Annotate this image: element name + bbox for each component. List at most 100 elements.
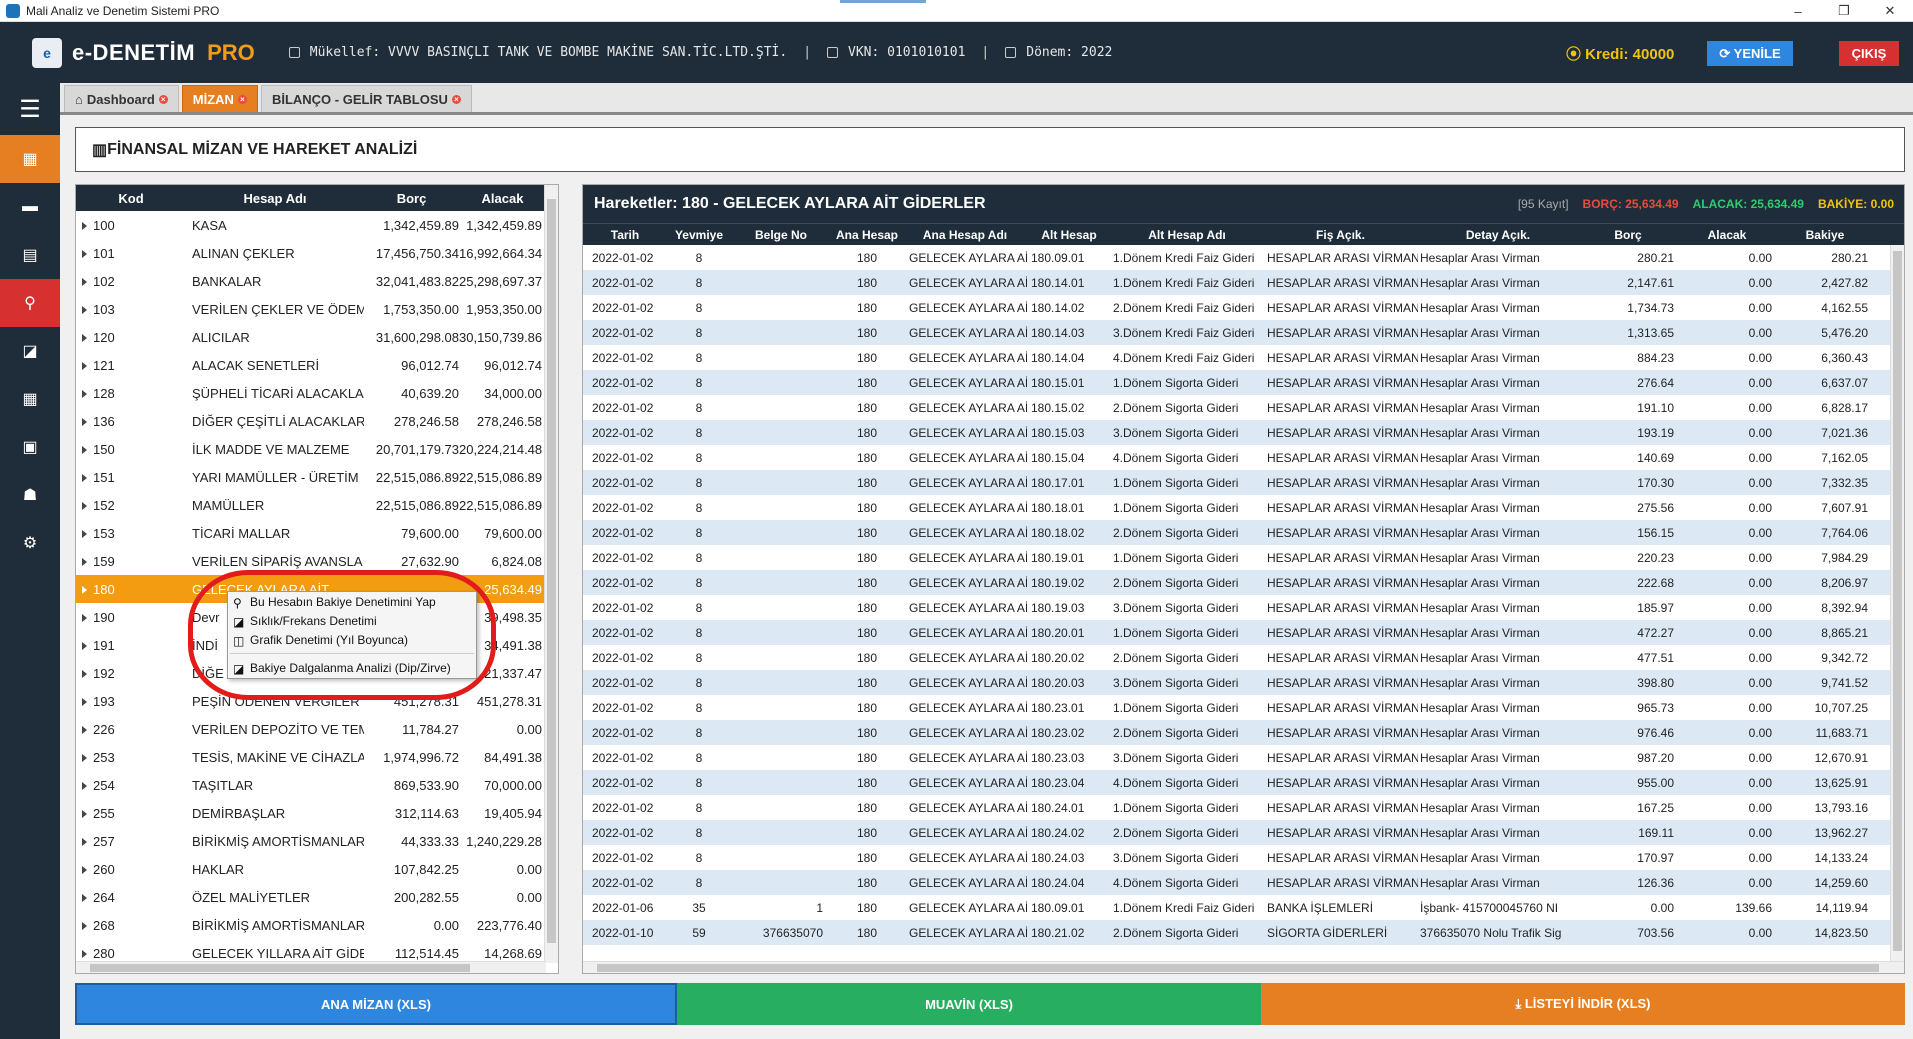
- expand-arrow-icon[interactable]: [82, 445, 87, 454]
- table-row[interactable]: 253 TESİS, MAKİNE VE CİHAZLA 1,974,996.72 8…: [76, 743, 558, 771]
- table-row[interactable]: 2022-01-02 8 180 GELECEK AYLARA AİT 180.14.0…: [583, 320, 1904, 345]
- expand-arrow-icon[interactable]: [82, 221, 87, 230]
- sidebar-item-mizan[interactable]: ▦: [0, 135, 60, 183]
- table-row[interactable]: 103 VERİLEN ÇEKLER VE ÖDEM 1,753,350.00 1,9…: [76, 295, 558, 323]
- expand-arrow-icon[interactable]: [82, 249, 87, 258]
- col-kod[interactable]: Kod: [76, 191, 186, 206]
- table-row[interactable]: 2022-01-02 8 180 GELECEK AYLARA AİT 180.15.0…: [583, 395, 1904, 420]
- scroll-thumb[interactable]: [90, 964, 470, 972]
- tab-close-icon[interactable]: ×: [237, 94, 247, 104]
- table-row[interactable]: 121 ALACAK SENETLERİ 96,012.74 96,012.74: [76, 351, 558, 379]
- scroll-thumb[interactable]: [597, 964, 1879, 972]
- expand-arrow-icon[interactable]: [82, 641, 87, 650]
- table-row[interactable]: 153 TİCARİ MALLAR 79,600.00 79,600.00: [76, 519, 558, 547]
- table-row[interactable]: 257 BİRİKMİŞ AMORTİSMANLAR 44,333.33 1,240,…: [76, 827, 558, 855]
- col-tarih[interactable]: Tarih: [583, 228, 667, 242]
- col-bakiye[interactable]: Bakiye: [1776, 228, 1874, 242]
- table-row[interactable]: 2022-01-02 8 180 GELECEK AYLARA AİT 180.18.0…: [583, 495, 1904, 520]
- tab-close-icon[interactable]: ×: [158, 94, 168, 104]
- col-hesap-adi[interactable]: Hesap Adı: [186, 191, 364, 206]
- table-row[interactable]: 150 İLK MADDE VE MALZEME 20,701,179.73 20,2…: [76, 435, 558, 463]
- sidebar-item-documents[interactable]: ▤: [0, 231, 60, 279]
- expand-arrow-icon[interactable]: [82, 669, 87, 678]
- col-belge-no[interactable]: Belge No: [731, 228, 831, 242]
- table-row[interactable]: 2022-01-06 35 1 180 GELECEK AYLARA AİT 180.09…: [583, 895, 1904, 920]
- table-row[interactable]: 2022-01-02 8 180 GELECEK AYLARA AİT 180.23.0…: [583, 720, 1904, 745]
- expand-arrow-icon[interactable]: [82, 949, 87, 958]
- expand-arrow-icon[interactable]: [82, 921, 87, 930]
- table-row[interactable]: 2022-01-02 8 180 GELECEK AYLARA AİT 180.19.0…: [583, 545, 1904, 570]
- tab-bilanco[interactable]: BİLANÇO - GELİR TABLOSU ×: [260, 85, 472, 112]
- expand-arrow-icon[interactable]: [82, 557, 87, 566]
- table-row[interactable]: 2022-01-02 8 180 GELECEK AYLARA AİT 180.14.0…: [583, 270, 1904, 295]
- table-row[interactable]: 2022-01-02 8 180 GELECEK AYLARA AİT 180.23.0…: [583, 695, 1904, 720]
- close-icon[interactable]: ✕: [1867, 0, 1913, 22]
- table-row[interactable]: 2022-01-02 8 180 GELECEK AYLARA AİT 180.19.0…: [583, 595, 1904, 620]
- expand-arrow-icon[interactable]: [82, 753, 87, 762]
- table-row[interactable]: 2022-01-02 8 180 GELECEK AYLARA AİT 180.18.0…: [583, 520, 1904, 545]
- table-row[interactable]: 2022-01-10 59 376635070 180 GELECEK AYLARA A…: [583, 920, 1904, 945]
- col-yevmiye[interactable]: Yevmiye: [667, 228, 731, 242]
- table-row[interactable]: 159 VERİLEN SİPARİŞ AVANSLA 27,632.90 6,824…: [76, 547, 558, 575]
- table-row[interactable]: 128 ŞÜPHELİ TİCARİ ALACAKLA 40,639.20 34,00…: [76, 379, 558, 407]
- download-list-button[interactable]: ⤓ LİSTEYİ İNDİR (XLS): [1261, 983, 1905, 1025]
- tab-close-icon[interactable]: ×: [451, 94, 461, 104]
- table-row[interactable]: 136 DİĞER ÇEŞİTLİ ALACAKLAR 278,246.58 278,…: [76, 407, 558, 435]
- expand-arrow-icon[interactable]: [82, 389, 87, 398]
- col-borc[interactable]: Borç: [364, 191, 459, 206]
- col-alacak[interactable]: Alacak: [459, 191, 546, 206]
- maximize-icon[interactable]: ❐: [1821, 0, 1867, 22]
- sidebar-item-archive[interactable]: ▣: [0, 423, 60, 471]
- table-row[interactable]: 2022-01-02 8 180 GELECEK AYLARA AİT 180.20.0…: [583, 670, 1904, 695]
- tab-mizan[interactable]: MİZAN ×: [181, 85, 258, 112]
- col-alacak[interactable]: Alacak: [1678, 228, 1776, 242]
- refresh-button[interactable]: ⟳ YENİLE: [1707, 41, 1793, 66]
- table-row[interactable]: 152 MAMÜLLER 22,515,086.89 22,515,086.89: [76, 491, 558, 519]
- expand-arrow-icon[interactable]: [82, 781, 87, 790]
- ana-mizan-export-button[interactable]: ANA MİZAN (XLS): [75, 983, 677, 1025]
- table-row[interactable]: 264 ÖZEL MALİYETLER 200,282.55 0.00: [76, 883, 558, 911]
- table-row[interactable]: 101 ALINAN ÇEKLER 17,456,750.34 16,992,664.…: [76, 239, 558, 267]
- transactions-horizontal-scrollbar[interactable]: [583, 961, 1904, 973]
- expand-arrow-icon[interactable]: [82, 585, 87, 594]
- tab-dashboard[interactable]: ⌂ Dashboard ×: [64, 85, 179, 112]
- muavin-export-button[interactable]: MUAVİN (XLS): [677, 983, 1261, 1025]
- table-row[interactable]: 268 BİRİKMİŞ AMORTİSMANLAR 0.00 223,776.40: [76, 911, 558, 939]
- table-row[interactable]: 100 KASA 1,342,459.89 1,342,459.89: [76, 211, 558, 239]
- table-row[interactable]: 2022-01-02 8 180 GELECEK AYLARA AİT 180.24.0…: [583, 845, 1904, 870]
- mizan-vertical-scrollbar[interactable]: [544, 185, 558, 963]
- logout-button[interactable]: ÇIKIŞ: [1839, 41, 1899, 66]
- col-alt-hesap[interactable]: Alt Hesap: [1027, 228, 1111, 242]
- expand-arrow-icon[interactable]: [82, 277, 87, 286]
- expand-arrow-icon[interactable]: [82, 417, 87, 426]
- table-row[interactable]: 2022-01-02 8 180 GELECEK AYLARA AİT 180.24.0…: [583, 870, 1904, 895]
- table-row[interactable]: 2022-01-02 8 180 GELECEK AYLARA AİT 180.24.0…: [583, 795, 1904, 820]
- table-row[interactable]: 120 ALICILAR 31,600,298.08 30,150,739.86: [76, 323, 558, 351]
- col-fis-aciklama[interactable]: Fiş Açık.: [1263, 228, 1418, 242]
- table-row[interactable]: 2022-01-02 8 180 GELECEK AYLARA AİT 180.19.0…: [583, 570, 1904, 595]
- table-row[interactable]: 2022-01-02 8 180 GELECEK AYLARA AİT 180.15.0…: [583, 370, 1904, 395]
- menu-item-grafik-denetimi[interactable]: ◫ Grafik Denetimi (Yıl Boyunca): [228, 630, 476, 649]
- menu-item-bakiye-dalgalanma[interactable]: ◪ Bakiye Dalgalanma Analizi (Dip/Zirve): [228, 658, 476, 677]
- expand-arrow-icon[interactable]: [82, 837, 87, 846]
- table-row[interactable]: 2022-01-02 8 180 GELECEK AYLARA AİT 180.14.0…: [583, 295, 1904, 320]
- scroll-thumb[interactable]: [1893, 251, 1902, 951]
- table-row[interactable]: 2022-01-02 8 180 GELECEK AYLARA AİT 180.20.0…: [583, 620, 1904, 645]
- table-row[interactable]: 2022-01-02 8 180 GELECEK AYLARA AİT 180.17.0…: [583, 470, 1904, 495]
- table-row[interactable]: 2022-01-02 8 180 GELECEK AYLARA AİT 180.20.0…: [583, 645, 1904, 670]
- col-alt-hesap-adi[interactable]: Alt Hesap Adı: [1111, 228, 1263, 242]
- table-row[interactable]: 260 HAKLAR 107,842.25 0.00: [76, 855, 558, 883]
- expand-arrow-icon[interactable]: [82, 305, 87, 314]
- sidebar-item-balance[interactable]: ▦: [0, 375, 60, 423]
- expand-arrow-icon[interactable]: [82, 697, 87, 706]
- transactions-vertical-scrollbar[interactable]: [1890, 245, 1904, 961]
- sidebar-item-search[interactable]: ⚲: [0, 279, 60, 327]
- col-borc[interactable]: Borç: [1578, 228, 1678, 242]
- table-row[interactable]: 2022-01-02 8 180 GELECEK AYLARA AİT 180.15.0…: [583, 445, 1904, 470]
- hamburger-menu-icon[interactable]: ☰: [0, 83, 60, 135]
- expand-arrow-icon[interactable]: [82, 893, 87, 902]
- expand-arrow-icon[interactable]: [82, 613, 87, 622]
- expand-arrow-icon[interactable]: [82, 809, 87, 818]
- expand-arrow-icon[interactable]: [82, 501, 87, 510]
- col-detay-aciklama[interactable]: Detay Açık.: [1418, 228, 1578, 242]
